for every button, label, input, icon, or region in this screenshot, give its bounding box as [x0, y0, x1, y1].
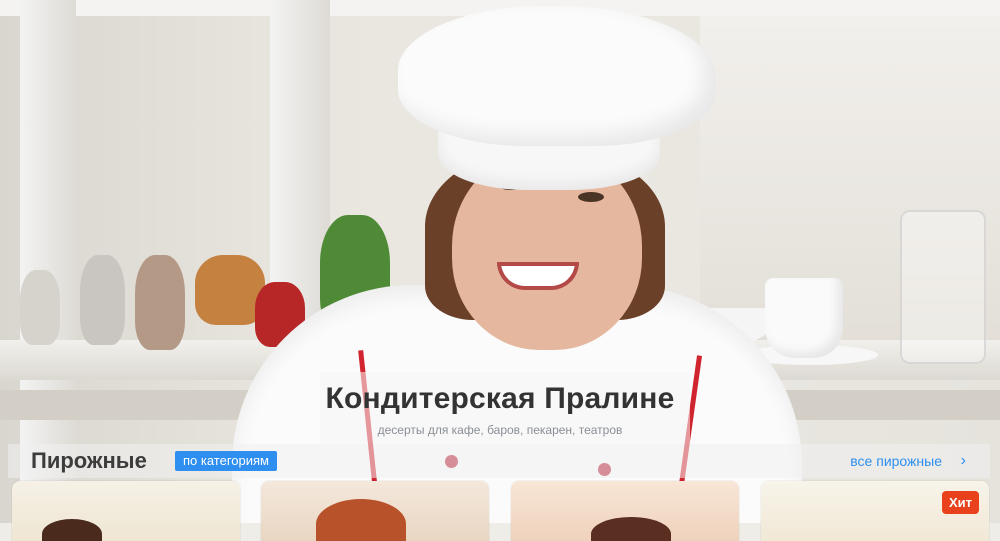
product-image [12, 481, 240, 541]
chef-hat [398, 6, 716, 146]
glass-jar [900, 210, 986, 364]
section-header [8, 444, 990, 478]
eye [578, 192, 604, 202]
pastry [42, 519, 102, 541]
pitcher [765, 278, 843, 358]
site-subtitle: десерты для кафе, баров, пекарен, театро… [377, 423, 623, 437]
product-image [511, 481, 739, 541]
figurine [135, 255, 185, 350]
product-card[interactable] [511, 481, 739, 541]
pastry [316, 499, 406, 541]
all-pastries-link[interactable]: все пирожные [850, 453, 942, 469]
product-image [261, 481, 489, 541]
product-card[interactable]: Хит [761, 481, 989, 541]
categories-button[interactable]: по категориям [175, 451, 277, 471]
figurine [80, 255, 125, 345]
product-card[interactable] [12, 481, 240, 541]
chevron-right-icon[interactable]: › [961, 452, 966, 470]
hit-badge: Хит [941, 491, 979, 514]
pastry [591, 517, 671, 541]
product-card[interactable] [261, 481, 489, 541]
section-title: Пирожные [31, 448, 147, 473]
figurine [20, 270, 60, 345]
site-title: Кондитерская Пралине [325, 382, 675, 415]
